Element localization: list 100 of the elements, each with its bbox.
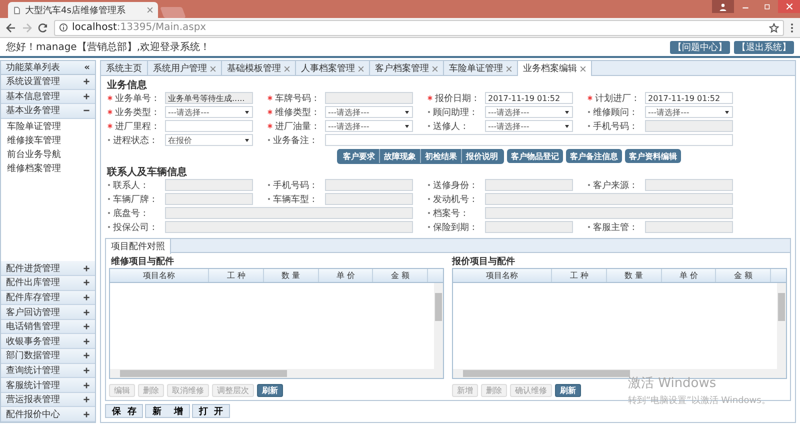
input-field[interactable] [165,120,253,132]
page-tab[interactable]: 客户档案管理 [370,61,444,76]
action-button[interactable]: 客户备注信息 [566,149,622,163]
select-field[interactable]: ---请选择--- [485,106,573,118]
required-icon [107,109,113,115]
address-field[interactable]: localhost:13395/Main.aspx [54,20,784,36]
input-field[interactable] [165,221,413,233]
column-header[interactable]: 工 种 [209,269,264,282]
sidebar-group[interactable]: 收银事务管理 [1,334,95,350]
close-icon[interactable] [147,7,153,13]
input-field[interactable] [485,193,733,205]
sidebar-group[interactable]: 配件进货管理 [1,261,95,276]
sidebar-group[interactable]: 配件库存管理 [1,290,95,306]
column-header[interactable]: 单 价 [662,269,716,282]
horizontal-scrollbar[interactable] [110,369,443,378]
reload-icon[interactable] [38,22,48,32]
input-field[interactable] [325,134,733,146]
footer-button[interactable]: 新 增 [145,404,190,418]
input-field[interactable]: 业务单号等待生成..... [165,92,253,104]
input-field[interactable] [485,207,733,219]
page-tab[interactable]: 系统主页 [101,61,148,76]
sidebar-item[interactable]: 维修档案管理 [1,162,95,176]
close-icon[interactable] [432,66,438,72]
action-button[interactable]: 客户资料编辑 [625,149,681,163]
sidebar-group[interactable]: 营运报表管理 [1,392,95,408]
sidebar-group[interactable]: 客服统计管理 [1,378,95,393]
close-icon[interactable] [358,66,364,72]
header-button[interactable]: 【问题中心】 [670,40,730,54]
column-header[interactable]: 金 额 [373,269,428,282]
input-field[interactable] [165,193,253,205]
input-field[interactable] [165,179,253,191]
page-tab[interactable]: 基础模板管理 [222,61,296,76]
action-button[interactable]: 报价说明 [461,149,502,163]
input-field[interactable]: 2017-11-19 01:52 [645,92,733,104]
panel-tab[interactable]: 项目配件对照 [106,239,171,254]
greeting-text: 您好！manage【营销总部】,欢迎登录系统！ [6,40,210,54]
sidebar-group[interactable]: 基本业务管理 [1,104,95,119]
column-header[interactable]: 数 量 [264,269,319,282]
input-field[interactable] [485,221,573,233]
bullet-icon [107,138,111,142]
sidebar-item[interactable]: 维修接车管理 [1,134,95,148]
sidebar-group[interactable]: 基本信息管理 [1,90,95,104]
input-field[interactable] [645,179,733,191]
grid-button[interactable]: 刷新 [257,384,283,396]
page-tab[interactable]: 人事档案管理 [296,61,370,76]
input-field[interactable] [325,179,413,191]
sidebar-group[interactable]: 配件出库管理 [1,276,95,291]
vertical-scrollbar[interactable] [777,283,786,369]
collapse-toggle[interactable]: « [84,62,90,72]
input-field[interactable] [485,179,573,191]
input-field[interactable] [325,92,413,104]
close-icon[interactable] [210,66,216,72]
sidebar-group[interactable]: 系统设置管理 [1,75,95,90]
input-field[interactable] [645,221,733,233]
new-tab-button[interactable] [160,7,186,18]
column-header[interactable]: 项目名称 [110,269,210,282]
sidebar-item[interactable]: 前台业务导航 [1,148,95,162]
close-icon[interactable] [506,66,512,72]
input-field[interactable] [645,120,733,132]
sidebar-group[interactable]: 查询统计管理 [1,364,95,378]
footer-button[interactable]: 保 存 [105,404,144,418]
footer-button[interactable]: 打 开 [192,404,230,418]
plus-icon [83,396,90,404]
select-field[interactable]: ---请选择--- [165,106,253,118]
action-button[interactable]: 客户物品登记 [507,149,563,163]
sidebar-group[interactable]: 电话销售管理 [1,320,95,334]
close-icon[interactable] [284,66,290,72]
input-field[interactable] [325,193,413,205]
browser-tab[interactable]: 大型汽车4s店维修管理系 [8,2,158,18]
page-tab[interactable]: 系统用户管理 [148,61,222,76]
user-button[interactable] [712,0,734,13]
select-field[interactable]: ---请选择--- [325,106,413,118]
input-field[interactable] [165,207,413,219]
column-header[interactable]: 数 量 [607,269,662,282]
star-icon[interactable] [769,22,779,32]
sidebar-title: 功能菜单列表 [6,62,60,74]
vertical-scrollbar[interactable] [434,283,443,369]
caret-icon [244,110,250,114]
sidebar-group[interactable]: 部门数据管理 [1,349,95,364]
header-button[interactable]: 【退出系统】 [734,40,794,54]
select-field[interactable]: ---请选择--- [325,120,413,132]
sidebar-item[interactable]: 车险单证管理 [1,120,95,134]
page-tab[interactable]: 业务档案编辑 [518,61,592,76]
column-header[interactable]: 单 价 [318,269,374,282]
sidebar-group[interactable]: 配件报价中心 [1,407,95,422]
input-field[interactable]: 2017-11-19 01:52 [485,92,573,104]
column-header[interactable]: 项目名称 [453,269,552,282]
close-window-button[interactable] [778,0,800,13]
column-header[interactable]: 工 种 [552,269,608,282]
forward-icon[interactable] [22,22,32,32]
select-field[interactable]: ---请选择--- [485,120,573,132]
sidebar-group[interactable]: 客户回访管理 [1,305,95,320]
menu-icon[interactable] [790,22,794,32]
close-icon[interactable] [580,66,586,72]
back-icon[interactable] [6,22,16,32]
select-field[interactable]: 在报价 [165,134,253,146]
horizontal-scrollbar[interactable] [453,369,786,378]
grid-button[interactable]: 刷新 [555,384,581,396]
column-header[interactable]: 金 额 [716,269,772,282]
select-field[interactable]: ---请选择--- [645,106,733,118]
